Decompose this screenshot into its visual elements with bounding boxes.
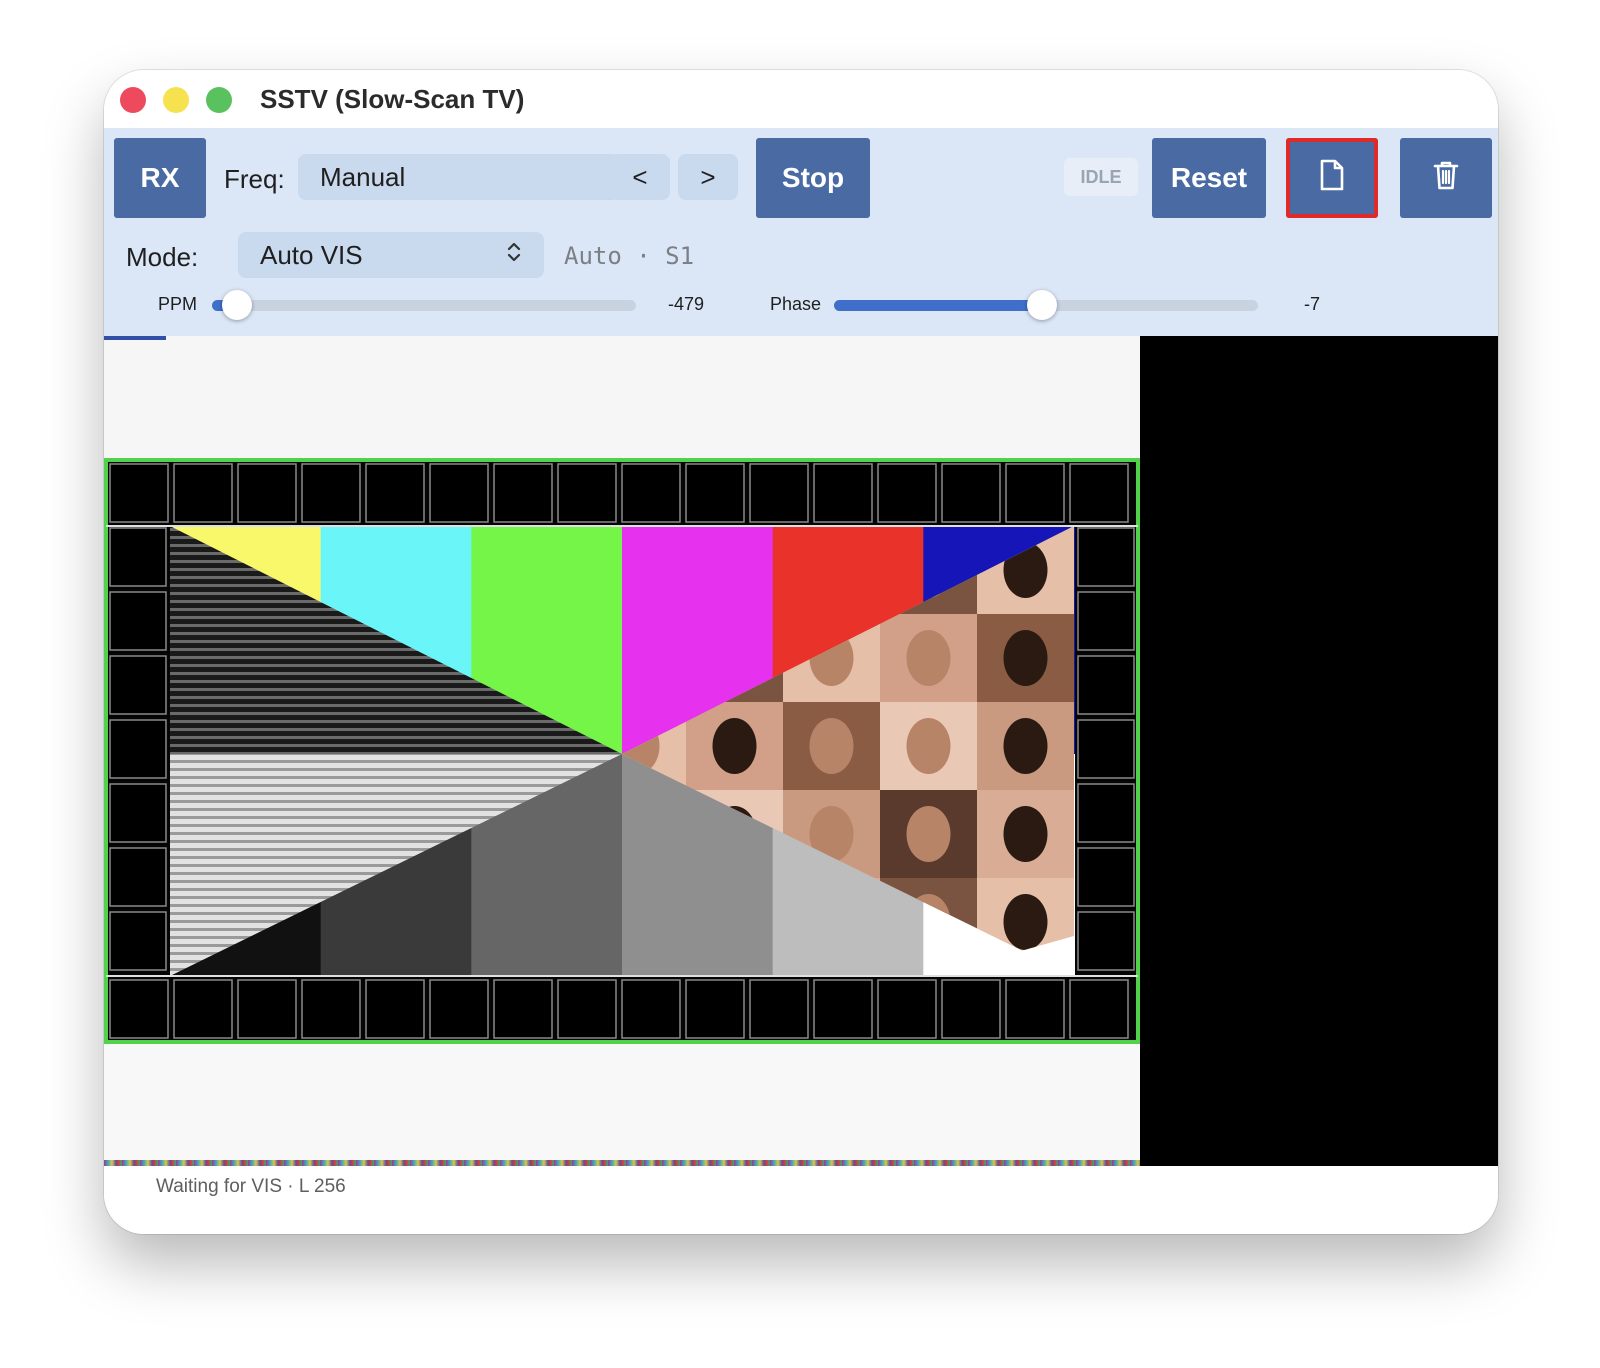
freq-value: Manual <box>320 161 406 192</box>
mode-status: Auto · S1 <box>564 242 695 270</box>
border-cell <box>109 847 167 907</box>
freq-prev-button[interactable]: < <box>610 154 670 200</box>
border-cell <box>1077 911 1135 971</box>
received-image <box>104 336 1140 1166</box>
border-cell <box>109 783 167 843</box>
chevron-updown-icon <box>506 240 522 270</box>
border-cell <box>1077 527 1135 587</box>
border-cell <box>877 463 937 523</box>
ppm-value: -479 <box>668 294 705 314</box>
border-cell <box>109 911 167 971</box>
phase-label: Phase <box>770 294 822 314</box>
border-cell <box>813 463 873 523</box>
border-cell <box>1077 719 1135 779</box>
phase-slider[interactable] <box>834 290 1258 320</box>
border-cell <box>1005 463 1065 523</box>
border-cell <box>749 463 809 523</box>
border-cell <box>1005 979 1065 1039</box>
border-cell <box>1069 463 1129 523</box>
border-cell <box>109 719 167 779</box>
ppm-slider[interactable] <box>212 290 636 320</box>
border-cell <box>1077 591 1135 651</box>
portrait-face <box>906 630 951 686</box>
border-cell <box>109 655 167 715</box>
border-cell <box>237 463 297 523</box>
receive-progress-line <box>104 336 166 340</box>
border-cell <box>1077 847 1135 907</box>
freq-next-button[interactable]: > <box>678 154 738 200</box>
freq-next-label: > <box>700 161 716 192</box>
title-bar: SSTV (Slow-Scan TV) <box>104 70 1498 128</box>
portrait-face <box>712 718 757 774</box>
window-title: SSTV (Slow-Scan TV) <box>260 84 525 114</box>
portrait-face <box>1003 718 1048 774</box>
reset-button[interactable]: Reset <box>1152 138 1266 218</box>
border-cell <box>237 979 297 1039</box>
border-cell <box>877 979 937 1039</box>
mode-value: Auto VIS <box>260 239 363 270</box>
delete-button[interactable] <box>1400 138 1492 218</box>
portrait-face <box>1003 806 1048 862</box>
save-image-button[interactable] <box>1286 138 1378 218</box>
border-cell <box>941 979 1001 1039</box>
border-cell <box>557 463 617 523</box>
border-cell <box>493 463 553 523</box>
status-bar: Waiting for VIS · L 256 <box>104 1166 1498 1234</box>
freq-prev-label: < <box>632 161 648 192</box>
phase-value: -7 <box>1304 294 1321 314</box>
phase-slider-thumb[interactable] <box>1026 290 1057 320</box>
border-cell <box>621 979 681 1039</box>
portrait-face <box>906 806 951 862</box>
mode-label: Mode: <box>126 242 199 272</box>
portrait-face <box>906 718 951 774</box>
ppm-label: PPM <box>158 294 198 314</box>
zoom-window-button[interactable] <box>206 87 232 113</box>
border-cell <box>365 979 425 1039</box>
border-cell <box>493 979 553 1039</box>
border-cell <box>621 463 681 523</box>
portrait-face <box>1003 894 1048 950</box>
border-cell <box>429 979 489 1039</box>
test-card-image <box>104 336 1140 1166</box>
status-text: Waiting for VIS · L 256 <box>156 1176 346 1197</box>
border-cell <box>685 463 745 523</box>
border-cell <box>429 463 489 523</box>
image-bottom-band <box>104 1042 1140 1166</box>
border-cell <box>109 463 169 523</box>
minimize-window-button[interactable] <box>163 87 189 113</box>
border-cell <box>557 979 617 1039</box>
stop-button[interactable]: Stop <box>756 138 870 218</box>
sstv-window: SSTV (Slow-Scan TV) RX Freq: Manual < > … <box>104 70 1498 1234</box>
border-cell <box>173 463 233 523</box>
border-cell <box>109 979 169 1039</box>
trash-icon <box>1432 159 1460 198</box>
border-cell <box>109 527 167 587</box>
portrait-face <box>809 718 854 774</box>
mode-select[interactable]: Auto VIS <box>238 232 544 278</box>
border-cell <box>813 979 873 1039</box>
border-cell <box>685 979 745 1039</box>
document-icon <box>1318 159 1346 198</box>
ppm-slider-thumb[interactable] <box>222 290 253 320</box>
portrait-face <box>1003 630 1048 686</box>
border-cell <box>1077 655 1135 715</box>
border-cell <box>1069 979 1129 1039</box>
border-cell <box>301 463 361 523</box>
border-cell <box>1077 783 1135 843</box>
image-canvas <box>104 336 1498 1166</box>
rx-button[interactable]: RX <box>114 138 206 218</box>
phase-slider-fill <box>834 300 1042 311</box>
image-top-band <box>104 336 1140 460</box>
border-cell <box>941 463 1001 523</box>
close-window-button[interactable] <box>120 87 146 113</box>
freq-field[interactable]: Manual <box>298 154 620 200</box>
freq-label: Freq: <box>224 164 285 194</box>
status-badge: IDLE <box>1064 158 1138 196</box>
border-cell <box>749 979 809 1039</box>
border-cell <box>109 591 167 651</box>
border-cell <box>173 979 233 1039</box>
border-cell <box>301 979 361 1039</box>
border-cell <box>365 463 425 523</box>
